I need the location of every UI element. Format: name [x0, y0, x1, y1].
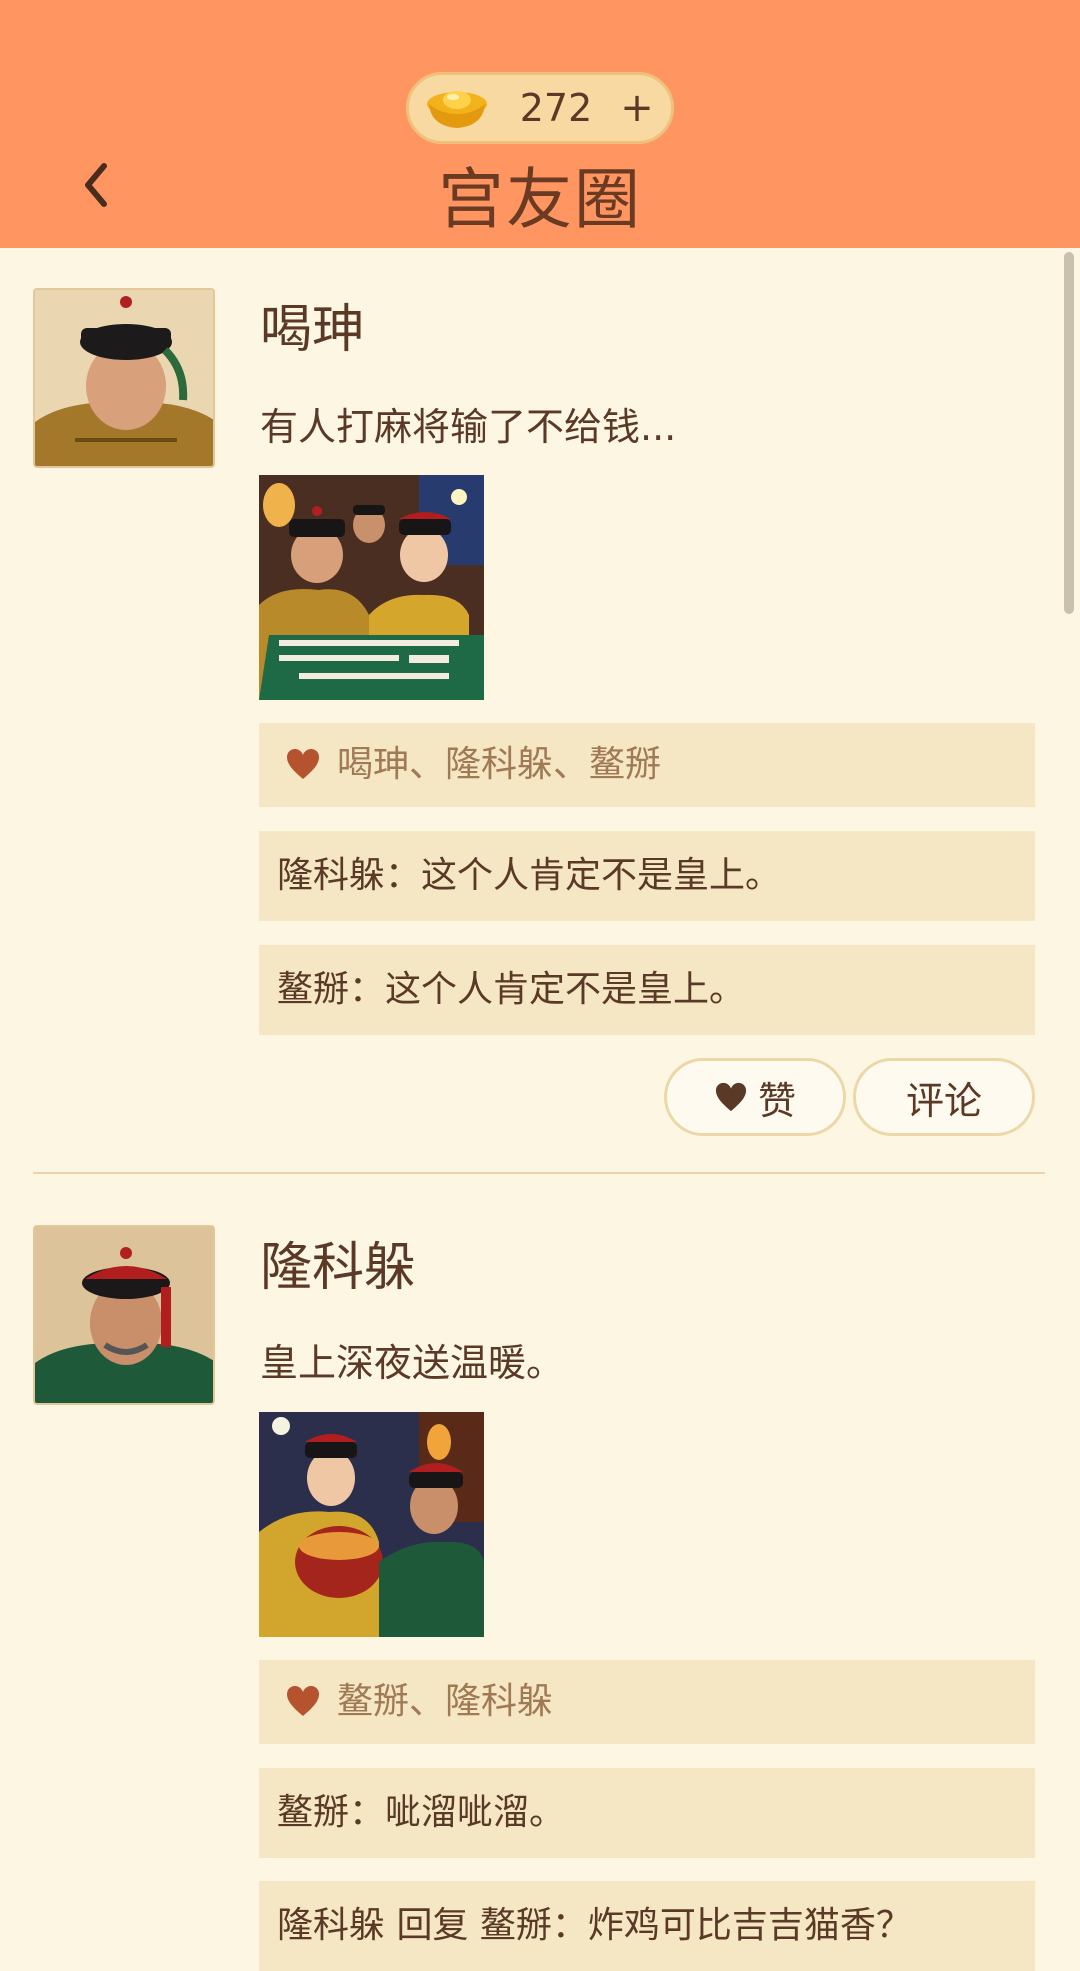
- comment-item[interactable]: 隆科躲 回复 鳌掰：炸鸡可比吉吉猫香？: [259, 1881, 1035, 1971]
- comment-label: 评论: [905, 1078, 982, 1123]
- top-bar: 272 + 宫友圈: [0, 0, 1080, 248]
- scrollbar[interactable]: [1064, 252, 1074, 614]
- post-divider: [33, 1172, 1045, 1174]
- poster-name[interactable]: 喝珅: [260, 298, 364, 362]
- poster-name[interactable]: 隆科躲: [260, 1236, 416, 1300]
- add-coins-button[interactable]: +: [615, 75, 659, 141]
- page-title: 宫友圈: [438, 161, 642, 238]
- likes-names: 喝珅、隆科躲、鳌掰: [337, 744, 662, 785]
- like-label: 赞: [757, 1078, 796, 1123]
- mahjong-scene-image[interactable]: [259, 475, 484, 700]
- food-gift-scene-image[interactable]: [259, 1412, 484, 1637]
- heart-icon: [287, 1686, 319, 1716]
- comment-item[interactable]: 鳌掰：呲溜呲溜。: [259, 1768, 1035, 1858]
- likes-names: 鳌掰、隆科躲: [337, 1681, 554, 1722]
- heart-icon: [715, 1082, 747, 1112]
- comment-button[interactable]: 评论: [853, 1058, 1035, 1136]
- like-button[interactable]: 赞: [664, 1058, 846, 1136]
- avatar[interactable]: [33, 1225, 215, 1405]
- heart-icon: [287, 749, 319, 779]
- likes-summary: 喝珅、隆科躲、鳌掰: [259, 723, 1035, 807]
- gold-ingot-icon: [427, 91, 487, 128]
- likes-summary: 鳌掰、隆科躲: [259, 1660, 1035, 1744]
- post-text: 有人打麻将输了不给钱...: [260, 405, 677, 449]
- coin-balance[interactable]: 272 +: [406, 72, 674, 144]
- comment-item[interactable]: 隆科躲：这个人肯定不是皇上。: [259, 831, 1035, 921]
- post-text: 皇上深夜送温暖。: [260, 1341, 565, 1385]
- avatar[interactable]: [33, 288, 215, 468]
- comment-item[interactable]: 鳌掰：这个人肯定不是皇上。: [259, 945, 1035, 1035]
- coin-count: 272: [519, 86, 593, 130]
